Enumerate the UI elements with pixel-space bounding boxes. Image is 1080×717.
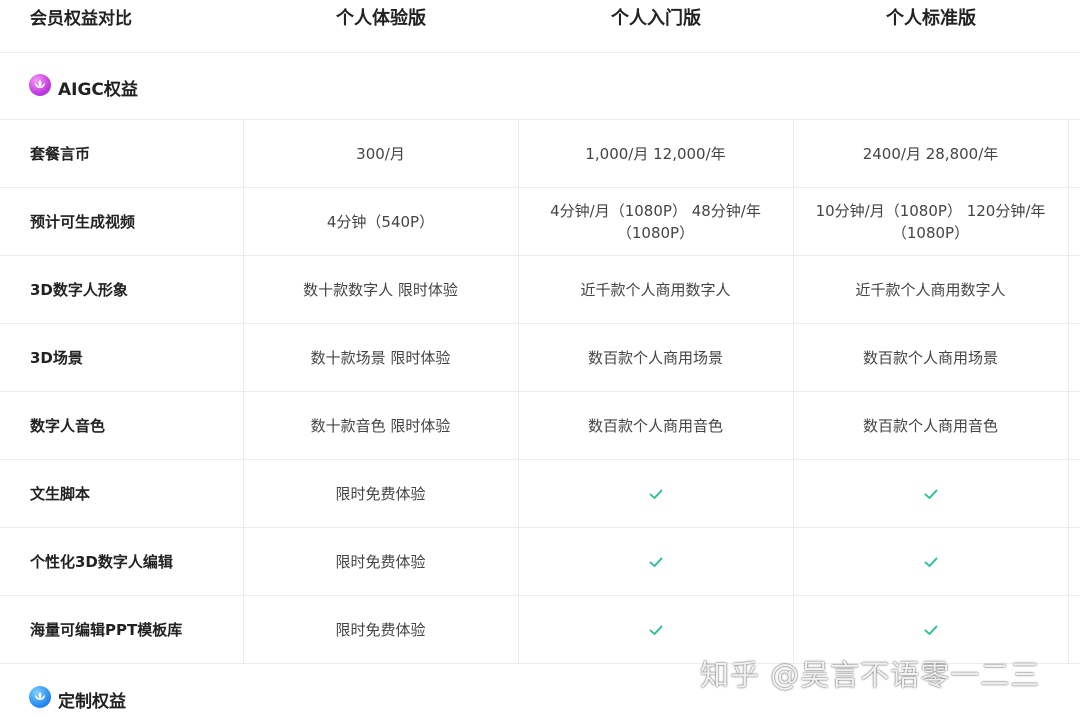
check-icon — [649, 625, 662, 635]
watermark: 知乎 @吴言不语零一二三 — [700, 658, 1041, 692]
table-cell-overflow — [1068, 120, 1080, 187]
table-cell: 数十款数字人 限时体验 — [243, 256, 517, 323]
section-aigc: AIGC权益 — [0, 52, 1080, 120]
table-cell: 数百款个人商用场景 — [518, 324, 792, 391]
section-title-aigc: AIGC权益 — [58, 80, 138, 100]
check-icon — [924, 489, 937, 499]
table-cell-check — [518, 460, 792, 527]
table-cell: 10分钟/月（1080P） 120分钟/年（1080P） — [793, 188, 1067, 255]
table-row: 个性化3D数字人编辑 限时免费体验 — [0, 528, 1080, 596]
row-label: 3D场景 — [30, 349, 83, 367]
table-cell-overflow — [1068, 392, 1080, 459]
table-row: 文生脚本 限时免费体验 — [0, 460, 1080, 528]
row-label: 预计可生成视频 — [30, 213, 136, 231]
check-icon — [649, 489, 662, 499]
table-cell: 数十款场景 限时体验 — [243, 324, 517, 391]
row-label: 套餐言币 — [30, 145, 91, 163]
table-cell: 2400/月 28,800/年 — [793, 120, 1067, 187]
check-icon — [924, 625, 937, 635]
check-icon — [924, 557, 937, 567]
lotus-icon — [29, 686, 51, 708]
table-cell: 限时免费体验 — [243, 596, 517, 663]
table-cell-overflow — [1068, 256, 1080, 323]
table-cell: 1,000/月 12,000/年 — [518, 120, 792, 187]
header-title: 会员权益对比 — [30, 9, 132, 29]
table-cell-overflow — [1068, 324, 1080, 391]
table-cell-check — [793, 460, 1067, 527]
table-cell: 近千款个人商用数字人 — [518, 256, 792, 323]
table-cell-check — [518, 528, 792, 595]
table-cell: 数百款个人商用音色 — [793, 392, 1067, 459]
table-row: 套餐言币 300/月 1,000/月 12,000/年 2400/月 28,800/年 — [0, 120, 1080, 188]
table-cell-overflow — [1068, 596, 1080, 663]
benefits-table: 套餐言币 300/月 1,000/月 12,000/年 2400/月 28,800/年… — [0, 120, 1080, 664]
table-row: 预计可生成视频 4分钟（540P） 4分钟/月（1080P） 48分钟/年（1080… — [0, 188, 1080, 256]
table-cell: 4分钟（540P） — [243, 188, 517, 255]
table-row: 数字人音色 数十款音色 限时体验 数百款个人商用音色 数百款个人商用音色 — [0, 392, 1080, 460]
table-cell: 4分钟/月（1080P） 48分钟/年（1080P） — [518, 188, 792, 255]
table-cell-check — [793, 528, 1067, 595]
table-cell: 限时免费体验 — [243, 460, 517, 527]
table-cell: 限时免费体验 — [243, 528, 517, 595]
check-icon — [649, 557, 662, 567]
table-cell: 数百款个人商用场景 — [793, 324, 1067, 391]
table-cell: 近千款个人商用数字人 — [793, 256, 1067, 323]
table-row: 3D数字人形象 数十款数字人 限时体验 近千款个人商用数字人 近千款个人商用数字人 — [0, 256, 1080, 324]
header-plan-standard: 个人标准版 — [886, 8, 976, 29]
row-label: 数字人音色 — [30, 417, 106, 435]
row-label: 3D数字人形象 — [30, 281, 128, 299]
row-label: 海量可编辑PPT模板库 — [30, 621, 183, 639]
table-header: 会员权益对比 个人体验版 个人入门版 个人标准版 — [0, 0, 1080, 53]
table-row: 3D场景 数十款场景 限时体验 数百款个人商用场景 数百款个人商用场景 — [0, 324, 1080, 392]
section-title-custom: 定制权益 — [58, 692, 126, 712]
table-cell: 300/月 — [243, 120, 517, 187]
membership-comparison-page: 会员权益对比 个人体验版 个人入门版 个人标准版 AIGC权益 套餐言币 300/… — [0, 0, 1080, 717]
lotus-icon — [29, 74, 51, 96]
header-plan-starter: 个人入门版 — [611, 8, 701, 29]
table-cell: 数百款个人商用音色 — [518, 392, 792, 459]
table-cell-overflow — [1068, 460, 1080, 527]
table-cell: 数十款音色 限时体验 — [243, 392, 517, 459]
table-cell-overflow — [1068, 528, 1080, 595]
table-cell-overflow — [1068, 188, 1080, 255]
row-label: 文生脚本 — [30, 485, 91, 503]
header-plan-trial: 个人体验版 — [336, 8, 426, 29]
row-label: 个性化3D数字人编辑 — [30, 553, 173, 571]
